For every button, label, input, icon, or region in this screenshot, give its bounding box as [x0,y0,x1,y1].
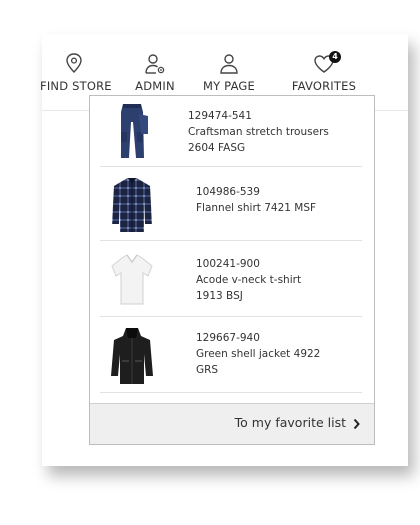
nav-label-my-page: MY PAGE [202,79,256,93]
navy-trousers-image [108,102,156,160]
nav-find-store[interactable]: FIND STORE [40,52,112,93]
favorite-item-text: 100241-900 Acode v-neck t-shirt 1913 BSJ [196,256,301,304]
favorite-item[interactable]: 129474-541 Craftsman stretch trousers 26… [100,96,362,167]
nav-admin[interactable]: ADMIN [132,52,178,93]
item-code: 100241-900 [196,258,260,270]
item-name: Green shell jacket 4922 [196,348,321,360]
location-pin-icon [40,52,108,78]
nav-my-page[interactable]: MY PAGE [198,52,260,93]
favorite-item[interactable]: 129667-940 Green shell jacket 4922 GRS [100,316,362,393]
favorite-item[interactable]: 100241-900 Acode v-neck t-shirt 1913 BSJ [100,240,362,317]
heart-icon: 4 [286,51,362,78]
item-code: 104986-539 [196,186,260,198]
nav-label-find-store: FIND STORE [40,79,112,93]
favorite-item-text: 129667-940 Green shell jacket 4922 GRS [196,330,320,378]
favorites-count-badge: 4 [329,51,341,63]
black-shell-jacket-image [108,326,156,384]
item-detail: 2604 FASG [188,142,246,154]
item-name: Acode v-neck t-shirt [196,274,302,286]
top-nav: FIND STORE ADMIN MY PAGE 4 FAVORITES [0,51,420,96]
favorite-item-text: 129474-541 Craftsman stretch trousers 26… [188,108,329,156]
favorites-dropdown: 129474-541 Craftsman stretch trousers 26… [89,95,375,445]
item-detail: 1913 BSJ [196,290,243,302]
chevron-right-icon [352,416,362,432]
item-detail: GRS [196,364,219,376]
screenshot-stage: FIND STORE ADMIN MY PAGE 4 FAVORITES 129… [0,0,420,525]
nav-label-favorites: FAVORITES [291,79,357,93]
to-favorite-list-label: To my favorite list [234,415,346,430]
user-settings-icon [132,52,178,78]
nav-favorites[interactable]: 4 FAVORITES [286,51,362,93]
item-name: Flannel shirt 7421 MSF [196,202,317,214]
to-favorite-list-button[interactable]: To my favorite list [90,403,374,444]
item-code: 129474-541 [188,110,252,122]
favorite-item-text: 104986-539 Flannel shirt 7421 MSF [196,184,316,216]
item-code: 129667-940 [196,332,260,344]
item-name: Craftsman stretch trousers [188,126,329,138]
checked-flannel-shirt-image [108,176,156,234]
nav-label-admin: ADMIN [135,79,175,93]
user-icon [198,52,260,78]
favorite-item[interactable]: 104986-539 Flannel shirt 7421 MSF [100,166,362,241]
white-tshirt-image [108,250,156,308]
